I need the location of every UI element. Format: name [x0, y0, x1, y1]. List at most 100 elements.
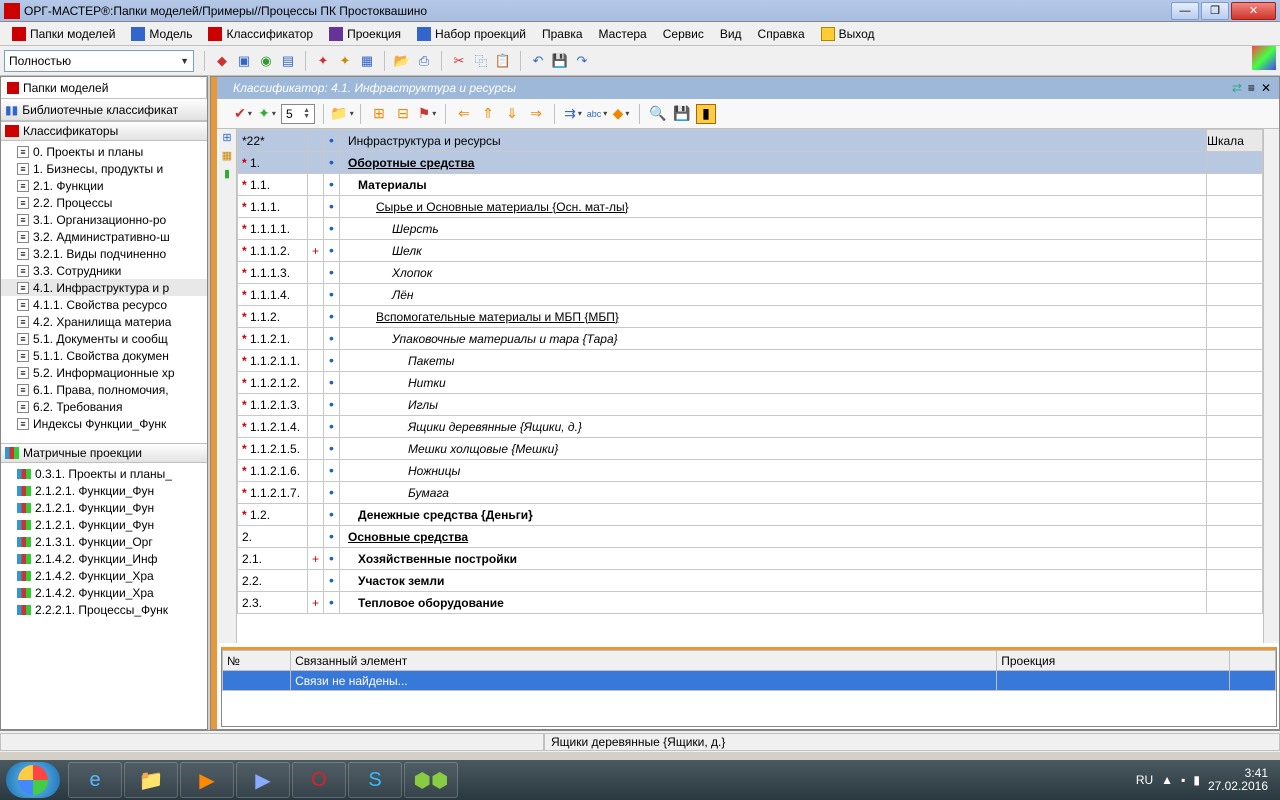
- grid-row[interactable]: * 1.1.2.1.2.•Нитки: [238, 372, 1263, 394]
- tb-icon-5[interactable]: ✦: [314, 52, 332, 70]
- menu-service[interactable]: Сервис: [657, 25, 710, 43]
- tree2-item[interactable]: 2.1.3.1. Функции_Орг: [1, 533, 207, 550]
- menu-view[interactable]: Вид: [714, 25, 748, 43]
- sidebar-tab-lib[interactable]: ▮▮Библиотечные классификат: [1, 99, 207, 121]
- grid-row[interactable]: 2.1.+•Хозяйственные постройки: [238, 548, 1263, 570]
- gutter-icon-2[interactable]: ▦: [219, 149, 235, 167]
- menu-projectionset[interactable]: Набор проекций: [411, 25, 532, 43]
- tree1-item[interactable]: ≡4.2. Хранилища материа: [1, 313, 207, 330]
- tree1-item[interactable]: ≡6.2. Требования: [1, 398, 207, 415]
- close-button[interactable]: ✕: [1231, 2, 1276, 20]
- tree1-item[interactable]: ≡1. Бизнесы, продукты и: [1, 160, 207, 177]
- section-classifiers[interactable]: Классификаторы: [1, 121, 207, 141]
- ct-left-icon[interactable]: ⇐: [454, 104, 474, 124]
- tb-icon-1[interactable]: ◆: [213, 52, 231, 70]
- grid-row[interactable]: * 1.1.1.1.•Шерсть: [238, 218, 1263, 240]
- menu-masters[interactable]: Мастера: [593, 25, 653, 43]
- tray-sound-icon[interactable]: ▮: [1193, 773, 1200, 787]
- tree2-item[interactable]: 2.1.4.2. Функции_Хра: [1, 567, 207, 584]
- task-opera-icon[interactable]: O: [292, 762, 346, 798]
- task-skype-icon[interactable]: S: [348, 762, 402, 798]
- tree1-item[interactable]: ≡2.2. Процессы: [1, 194, 207, 211]
- tree1-item[interactable]: ≡Индексы Функции_Функ: [1, 415, 207, 432]
- tree2-item[interactable]: 2.1.4.2. Функции_Хра: [1, 584, 207, 601]
- grid-row[interactable]: 2.2.•Участок земли: [238, 570, 1263, 592]
- tb-icon-4[interactable]: ▤: [279, 52, 297, 70]
- menu-help[interactable]: Справка: [752, 25, 811, 43]
- ct-diamond-icon[interactable]: ◆: [611, 104, 631, 124]
- sidebar-tab-folders[interactable]: Папки моделей: [1, 78, 207, 98]
- tree1-item[interactable]: ≡5.1.1. Свойства докумен: [1, 347, 207, 364]
- maximize-button[interactable]: ❐: [1201, 2, 1229, 20]
- ct-add-icon[interactable]: ⊞: [369, 104, 389, 124]
- tb-icon-3[interactable]: ◉: [257, 52, 275, 70]
- tree1-item[interactable]: ≡3.1. Организационно-ро: [1, 211, 207, 228]
- tree1-item[interactable]: ≡3.3. Сотрудники: [1, 262, 207, 279]
- tray-lang[interactable]: RU: [1136, 773, 1153, 787]
- grid-row[interactable]: * 1.1.2.1.•Упаковочные материалы и тара …: [238, 328, 1263, 350]
- grid-row[interactable]: * 1.1.2.1.4.•Ящики деревянные {Ящики, д.…: [238, 416, 1263, 438]
- tb-icon-7[interactable]: ▦: [358, 52, 376, 70]
- tree2-item[interactable]: 2.2.2.1. Процессы_Функ: [1, 601, 207, 618]
- tree2-item[interactable]: 2.1.2.1. Функции_Фун: [1, 482, 207, 499]
- task-ie-icon[interactable]: e: [68, 762, 122, 798]
- links-col-proj[interactable]: Проекция: [997, 651, 1229, 671]
- grid-row[interactable]: 2.•Основные средства: [238, 526, 1263, 548]
- tray-flag-icon[interactable]: ▲: [1161, 773, 1173, 787]
- tb-paste-icon[interactable]: 📋: [494, 52, 512, 70]
- tree1-item[interactable]: ≡5.2. Информационные хр: [1, 364, 207, 381]
- tree1-item[interactable]: ≡4.1. Инфраструктура и р: [1, 279, 207, 296]
- tree2-item[interactable]: 2.1.2.1. Функции_Фун: [1, 499, 207, 516]
- ct-folder-icon[interactable]: 📁: [332, 104, 352, 124]
- grid-row[interactable]: * 1.1.1.•Сырье и Основные материалы {Осн…: [238, 196, 1263, 218]
- tb-icon-9[interactable]: ⎙: [415, 52, 433, 70]
- ct-abc-icon[interactable]: abc: [587, 104, 607, 124]
- task-app1-icon[interactable]: ▶: [236, 762, 290, 798]
- tree2-item[interactable]: 2.1.2.1. Функции_Фун: [1, 516, 207, 533]
- grid-row[interactable]: * 1.2.•Денежные средства {Деньги}: [238, 504, 1263, 526]
- tb-copy-icon[interactable]: ⿻: [472, 52, 490, 70]
- grid-row[interactable]: 2.3.+•Тепловое оборудование: [238, 592, 1263, 614]
- tb-redo-icon[interactable]: ↷: [573, 52, 591, 70]
- hdr-icon-1[interactable]: ⇄: [1232, 81, 1242, 95]
- tb-cut-icon[interactable]: ✂: [450, 52, 468, 70]
- ct-up-icon[interactable]: ⇑: [478, 104, 498, 124]
- grid-row[interactable]: * 1.1.1.4.•Лён: [238, 284, 1263, 306]
- tree1-item[interactable]: ≡0. Проекты и планы: [1, 143, 207, 160]
- tb-icon-8[interactable]: 📂: [393, 52, 411, 70]
- grid-row[interactable]: * 1.1.1.2.+•Шелк: [238, 240, 1263, 262]
- level-spinner[interactable]: 5▲▼: [281, 104, 315, 124]
- grid-row[interactable]: * 1.1.2.1.7.•Бумага: [238, 482, 1263, 504]
- minimize-button[interactable]: —: [1171, 2, 1199, 20]
- grid-row[interactable]: * 1.1.2.1.6.•Ножницы: [238, 460, 1263, 482]
- ct-exit-icon[interactable]: ▮: [696, 104, 716, 124]
- grid-row[interactable]: *22*•Инфраструктура и ресурсыШкала: [238, 130, 1263, 152]
- system-tray[interactable]: RU ▲ ▪ ▮ 3:41 27.02.2016: [1136, 767, 1274, 793]
- tree1-item[interactable]: ≡2.1. Функции: [1, 177, 207, 194]
- grid-row[interactable]: * 1.1.2.1.1.•Пакеты: [238, 350, 1263, 372]
- filter-combo[interactable]: Полностью▼: [4, 50, 194, 72]
- classifier-grid[interactable]: *22*•Инфраструктура и ресурсыШкала* 1.•О…: [237, 129, 1263, 643]
- ct-search-icon[interactable]: 🔍: [648, 104, 668, 124]
- menu-classifier[interactable]: Классификатор: [202, 25, 319, 43]
- ct-save-icon[interactable]: 💾: [672, 104, 692, 124]
- tb-icon-2[interactable]: ▣: [235, 52, 253, 70]
- tree2-item[interactable]: 0.3.1. Проекты и планы_: [1, 465, 207, 482]
- tree1-item[interactable]: ≡4.1.1. Свойства ресурсо: [1, 296, 207, 313]
- task-explorer-icon[interactable]: 📁: [124, 762, 178, 798]
- grid-row[interactable]: * 1.1.2.1.3.•Иглы: [238, 394, 1263, 416]
- task-orgmaster-icon[interactable]: ⬢⬢: [404, 762, 458, 798]
- tray-net-icon[interactable]: ▪: [1181, 773, 1185, 787]
- grid-scrollbar[interactable]: [1263, 129, 1279, 643]
- links-empty-row[interactable]: Связи не найдены...: [223, 671, 1276, 691]
- menu-projection[interactable]: Проекция: [323, 25, 407, 43]
- task-media-icon[interactable]: ▶: [180, 762, 234, 798]
- ct-check-icon[interactable]: ✔: [233, 104, 253, 124]
- tree1-item[interactable]: ≡5.1. Документы и сообщ: [1, 330, 207, 347]
- menu-folders[interactable]: Папки моделей: [6, 25, 121, 43]
- tree1-item[interactable]: ≡3.2.1. Виды подчиненно: [1, 245, 207, 262]
- start-button[interactable]: [6, 762, 60, 798]
- menu-exit[interactable]: Выход: [815, 25, 881, 43]
- ct-flag-icon[interactable]: ⚑: [417, 104, 437, 124]
- tb-undo-icon[interactable]: ↶: [529, 52, 547, 70]
